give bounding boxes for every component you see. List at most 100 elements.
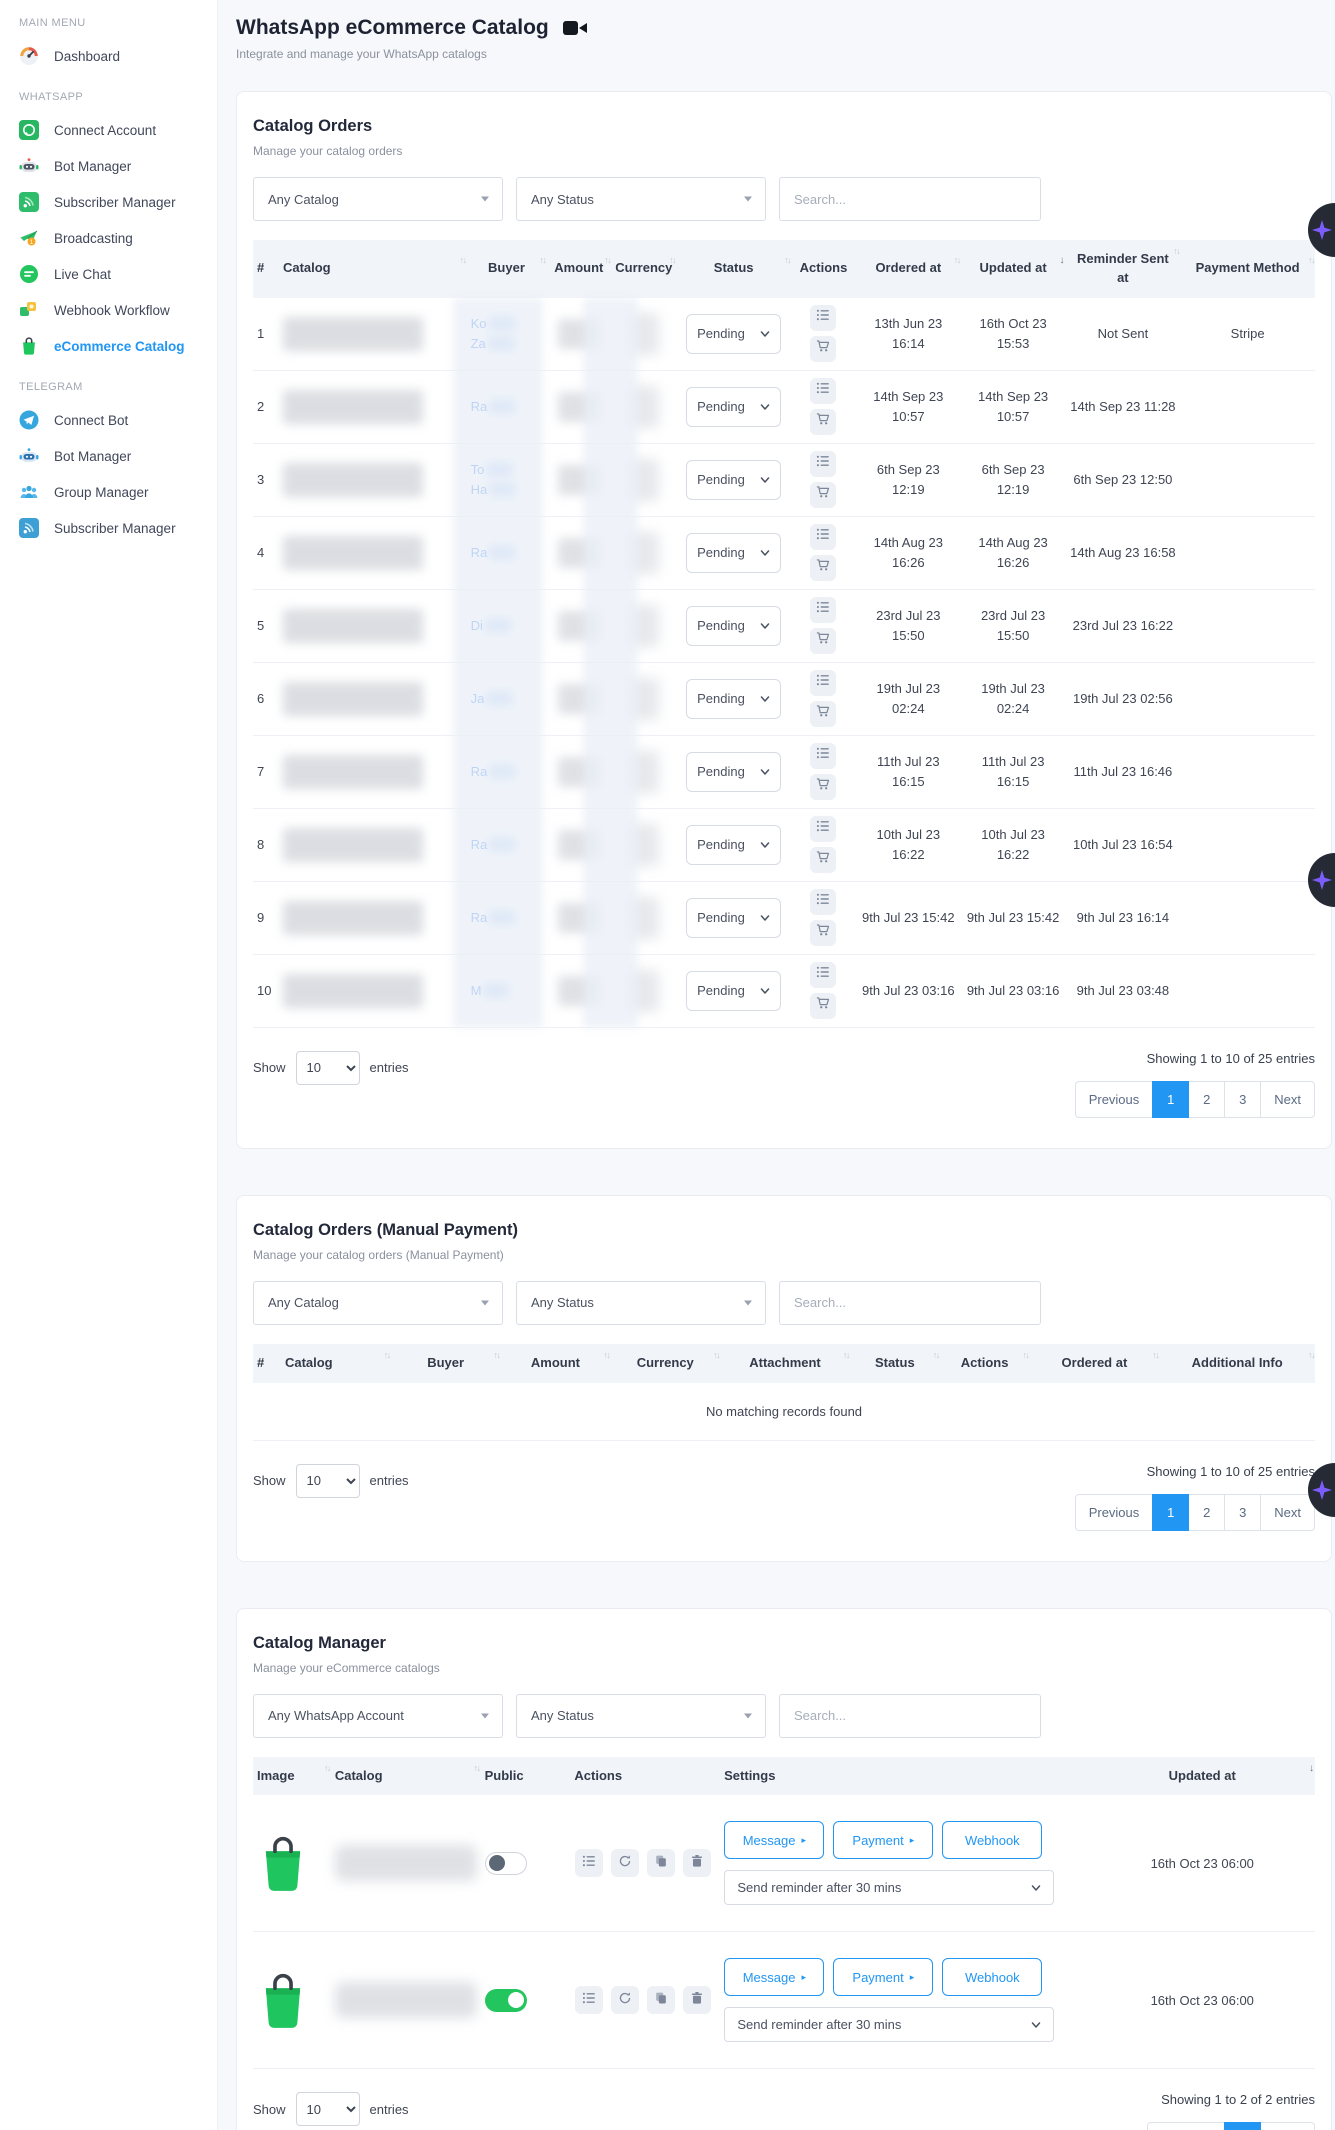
sort-icon[interactable]: ↑↓: [784, 254, 790, 267]
buyer-link[interactable]: Ra: [467, 902, 547, 934]
column-header[interactable]: Updated at↓: [1089, 1757, 1315, 1796]
sidebar-item-live-chat[interactable]: Live Chat: [0, 256, 217, 292]
manager-search-input[interactable]: [779, 1694, 1041, 1738]
buyer-link[interactable]: Ra: [467, 756, 547, 788]
sidebar-item-webhook-workflow[interactable]: Webhook Workflow: [0, 292, 217, 328]
column-header[interactable]: Image↑↓: [253, 1757, 331, 1796]
cart-button[interactable]: [810, 701, 836, 727]
sort-icon[interactable]: ↑↓: [474, 1762, 480, 1775]
buyer-link[interactable]: M: [467, 975, 547, 1007]
public-toggle[interactable]: [485, 1989, 527, 2012]
page-button-2[interactable]: 2: [1188, 1494, 1225, 1531]
column-header[interactable]: Reminder Sent at↑↓: [1065, 240, 1180, 298]
column-header[interactable]: Status↑↓: [676, 249, 791, 288]
duplicate-button[interactable]: [647, 1986, 675, 2014]
page-button-previous[interactable]: Previous: [1075, 1081, 1154, 1118]
refresh-button[interactable]: [611, 1986, 639, 2014]
sidebar-item-bot-manager[interactable]: Bot Manager: [0, 438, 217, 474]
page-button-3[interactable]: 3: [1224, 1081, 1261, 1118]
sort-icon[interactable]: ↑↓: [384, 1349, 390, 1362]
buyer-link[interactable]: Ja: [467, 683, 547, 715]
sidebar-item-dashboard[interactable]: Dashboard: [0, 38, 217, 74]
items-button[interactable]: [575, 1849, 603, 1877]
sort-icon[interactable]: ↑↓: [843, 1349, 849, 1362]
sort-icon[interactable]: ↑↓: [1308, 1349, 1314, 1362]
order-items-button[interactable]: [810, 889, 836, 915]
page-button-previous[interactable]: Previous: [1075, 1494, 1154, 1531]
status-select[interactable]: Pending: [686, 314, 781, 354]
page-button-next[interactable]: Next: [1260, 1081, 1315, 1118]
page-button-previous[interactable]: Previous: [1147, 2122, 1226, 2130]
sort-icon[interactable]: ↑↓: [603, 1349, 609, 1362]
cart-button[interactable]: [810, 993, 836, 1019]
sort-icon[interactable]: ↑↓: [604, 254, 610, 267]
sort-icon[interactable]: ↑↓: [1152, 1349, 1158, 1362]
page-button-2[interactable]: 2: [1188, 1081, 1225, 1118]
cart-button[interactable]: [810, 628, 836, 654]
order-items-button[interactable]: [810, 378, 836, 404]
column-header[interactable]: Payment Method↑↓: [1180, 249, 1315, 288]
page-button-1[interactable]: 1: [1152, 1494, 1189, 1531]
column-header[interactable]: Buyer↑↓: [391, 1344, 501, 1383]
orders-page-size-select[interactable]: 10: [296, 1051, 360, 1085]
manual-catalog-filter[interactable]: Any Catalog: [253, 1281, 503, 1325]
sort-icon[interactable]: ↓: [1309, 1762, 1314, 1777]
column-header[interactable]: Currency↑↓: [610, 1344, 720, 1383]
message-settings-button[interactable]: Message▸: [724, 1821, 824, 1859]
column-header[interactable]: Catalog↑↓: [281, 1344, 391, 1383]
manager-status-filter[interactable]: Any Status: [516, 1694, 766, 1738]
column-header[interactable]: Amount↑↓: [501, 1344, 611, 1383]
buyer-link[interactable]: ToHa: [467, 454, 547, 505]
manager-account-filter[interactable]: Any WhatsApp Account: [253, 1694, 503, 1738]
order-items-button[interactable]: [810, 743, 836, 769]
cart-button[interactable]: [810, 482, 836, 508]
orders-catalog-filter[interactable]: Any Catalog: [253, 177, 503, 221]
status-select[interactable]: Pending: [686, 533, 781, 573]
page-button-next[interactable]: Next: [1260, 2122, 1315, 2130]
buyer-link[interactable]: Ra: [467, 391, 547, 423]
sort-icon[interactable]: ↓: [1059, 254, 1064, 269]
cart-button[interactable]: [810, 555, 836, 581]
reminder-select[interactable]: Send reminder after 30 mins: [724, 2007, 1054, 2042]
status-select[interactable]: Pending: [686, 460, 781, 500]
column-header[interactable]: Catalog↑↓: [279, 249, 467, 288]
sidebar-item-bot-manager[interactable]: Bot Manager: [0, 148, 217, 184]
sort-icon[interactable]: ↑↓: [539, 254, 545, 267]
buyer-link[interactable]: Ra: [467, 537, 547, 569]
cart-button[interactable]: [810, 774, 836, 800]
order-items-button[interactable]: [810, 816, 836, 842]
sidebar-item-connect-account[interactable]: Connect Account: [0, 112, 217, 148]
sort-icon[interactable]: ↑↓: [460, 254, 466, 267]
cart-button[interactable]: [810, 920, 836, 946]
sidebar-item-subscriber-manager[interactable]: Subscriber Manager: [0, 184, 217, 220]
cart-button[interactable]: [810, 847, 836, 873]
order-items-button[interactable]: [810, 524, 836, 550]
page-button-1[interactable]: 1: [1152, 1081, 1189, 1118]
column-header[interactable]: Catalog↑↓: [331, 1757, 481, 1796]
public-toggle[interactable]: [485, 1852, 527, 1875]
page-button-next[interactable]: Next: [1260, 1494, 1315, 1531]
status-select[interactable]: Pending: [686, 387, 781, 427]
duplicate-button[interactable]: [647, 1849, 675, 1877]
sort-icon[interactable]: ↑↓: [494, 1349, 500, 1362]
column-header[interactable]: Actions↑↓: [940, 1344, 1030, 1383]
column-header[interactable]: Amount↑↓: [546, 249, 611, 288]
sidebar-item-connect-bot[interactable]: Connect Bot: [0, 402, 217, 438]
orders-status-filter[interactable]: Any Status: [516, 177, 766, 221]
sort-icon[interactable]: ↑↓: [933, 1349, 939, 1362]
sort-icon[interactable]: ↑↓: [954, 254, 960, 267]
page-button-1[interactable]: 1: [1224, 2122, 1261, 2130]
reminder-select[interactable]: Send reminder after 30 mins: [724, 1870, 1054, 1905]
order-items-button[interactable]: [810, 962, 836, 988]
column-header[interactable]: Status↑↓: [850, 1344, 940, 1383]
column-header[interactable]: Updated at↓: [961, 249, 1066, 288]
buyer-link[interactable]: KoZa: [467, 308, 547, 359]
sort-icon[interactable]: ↑↓: [324, 1762, 330, 1775]
webhook-settings-button[interactable]: Webhook: [942, 1821, 1042, 1859]
cart-button[interactable]: [810, 409, 836, 435]
manual-status-filter[interactable]: Any Status: [516, 1281, 766, 1325]
sort-icon[interactable]: ↑↓: [669, 254, 675, 267]
status-select[interactable]: Pending: [686, 679, 781, 719]
webhook-settings-button[interactable]: Webhook: [942, 1958, 1042, 1996]
delete-button[interactable]: [683, 1849, 711, 1877]
